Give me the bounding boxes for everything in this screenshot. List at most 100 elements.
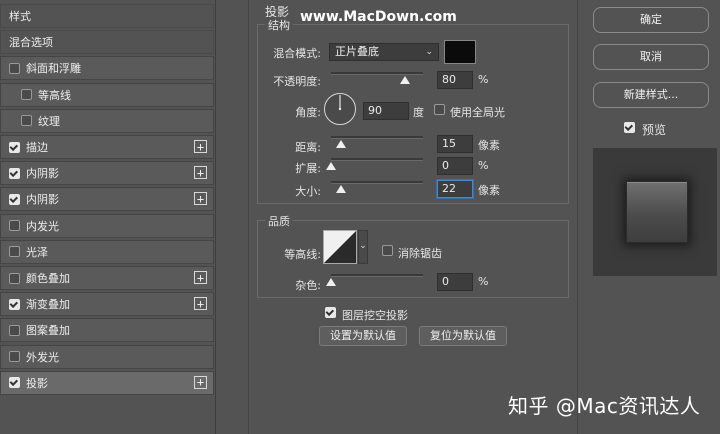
style-checkbox[interactable] <box>9 377 20 389</box>
shadow-color-swatch[interactable] <box>444 40 476 64</box>
style-item-label: 混合选项 <box>9 36 53 50</box>
style-item-label: 内阴影 <box>26 193 59 207</box>
style-list-item[interactable]: 渐变叠加 + <box>0 292 214 317</box>
style-list-item[interactable]: 等高线 <box>0 82 214 107</box>
style-checkbox[interactable] <box>9 246 20 258</box>
blend-mode-select[interactable]: 正片叠底 ⌄ <box>329 43 439 61</box>
add-effect-icon[interactable]: + <box>194 297 207 311</box>
size-unit: 像素 <box>478 184 500 197</box>
style-list-item[interactable]: 纹理 <box>0 108 214 133</box>
style-checkbox[interactable] <box>9 272 20 284</box>
add-effect-icon[interactable]: + <box>194 192 207 206</box>
style-list-item[interactable]: 描边 + <box>0 135 214 159</box>
style-item-label: 投影 <box>26 376 48 390</box>
new-style-button[interactable]: 新建样式... <box>593 82 709 108</box>
global-light-checkbox[interactable] <box>434 104 445 115</box>
style-item-label: 样式 <box>9 10 31 23</box>
style-checkbox[interactable] <box>9 351 20 363</box>
angle-input[interactable]: 90 <box>363 102 409 120</box>
size-label: 大小: <box>295 185 321 198</box>
size-input[interactable]: 22 <box>437 180 473 198</box>
contour-label: 等高线: <box>284 248 321 261</box>
style-item-label: 纹理 <box>38 114 60 128</box>
contour-picker[interactable] <box>323 230 357 264</box>
style-checkbox[interactable] <box>21 89 32 101</box>
opacity-input[interactable]: 80 <box>437 71 473 89</box>
style-list-item[interactable]: 投影 + <box>0 370 214 395</box>
contour-dropdown[interactable]: ⌄ <box>358 230 368 264</box>
style-item-label: 等高线 <box>38 88 71 102</box>
style-item-label: 内阴影 <box>26 167 59 181</box>
style-list-item[interactable]: 内阴影 + <box>0 187 214 212</box>
opacity-unit: % <box>478 73 489 86</box>
chevron-down-icon: ⌄ <box>359 241 367 251</box>
blend-mode-label: 混合模式: <box>273 47 321 60</box>
add-effect-icon[interactable]: + <box>194 166 207 180</box>
style-item-label: 内发光 <box>26 219 59 233</box>
add-effect-icon[interactable]: + <box>194 140 207 153</box>
style-list-item[interactable]: 图案叠加 <box>0 318 214 343</box>
quality-title: 品质 <box>265 213 293 229</box>
style-item-label: 描边 <box>26 141 48 154</box>
contour-linear-icon <box>324 231 356 263</box>
global-light-label: 使用全局光 <box>450 106 505 119</box>
distance-slider-thumb[interactable] <box>336 140 346 148</box>
style-list-item[interactable]: 样式 <box>0 4 214 28</box>
style-list-item[interactable]: 颜色叠加 + <box>0 266 214 290</box>
opacity-label: 不透明度: <box>273 75 321 88</box>
style-list-item[interactable]: 混合选项 <box>0 30 214 55</box>
size-slider-track[interactable] <box>331 181 423 184</box>
distance-label: 距离: <box>295 141 321 154</box>
reset-default-button[interactable]: 复位为默认值 <box>419 326 507 346</box>
knockout-checkbox[interactable] <box>325 307 336 318</box>
style-item-label: 外发光 <box>26 350 59 364</box>
angle-label: 角度: <box>295 106 321 119</box>
style-item-label: 渐变叠加 <box>26 298 70 312</box>
style-checkbox[interactable] <box>9 298 20 310</box>
noise-slider-thumb[interactable] <box>326 278 336 286</box>
cancel-button[interactable]: 取消 <box>593 44 709 70</box>
style-list-item[interactable]: 内阴影 + <box>0 161 214 186</box>
style-checkbox[interactable] <box>21 115 32 127</box>
noise-input[interactable]: 0 <box>437 273 473 291</box>
blend-mode-value: 正片叠底 <box>335 45 379 58</box>
noise-label: 杂色: <box>295 279 321 292</box>
opacity-slider-thumb[interactable] <box>399 76 410 84</box>
style-checkbox[interactable] <box>9 141 20 153</box>
size-slider-thumb[interactable] <box>336 185 346 193</box>
add-effect-icon[interactable]: + <box>194 271 207 284</box>
drop-shadow-panel: 投影 结构 混合模式: 正片叠底 ⌄ 不透明度: 80 % 角度: 90 度 使… <box>248 0 578 434</box>
style-item-label: 图案叠加 <box>26 324 70 338</box>
distance-unit: 像素 <box>478 139 500 152</box>
spread-input[interactable]: 0 <box>437 157 473 175</box>
distance-input[interactable]: 15 <box>437 135 473 153</box>
style-checkbox[interactable] <box>9 167 20 179</box>
structure-title: 结构 <box>265 17 293 33</box>
opacity-slider-track[interactable] <box>331 72 423 75</box>
style-item-label: 颜色叠加 <box>26 272 70 285</box>
author-watermark: 知乎 @Mac资讯达人 <box>508 394 701 418</box>
style-checkbox[interactable] <box>9 324 20 336</box>
style-list-item[interactable]: 斜面和浮雕 <box>0 56 214 81</box>
spread-slider-track[interactable] <box>331 158 423 161</box>
anti-alias-checkbox[interactable] <box>382 245 393 256</box>
preview-checkbox[interactable] <box>624 122 635 133</box>
style-list-item[interactable]: 内发光 <box>0 213 214 238</box>
preview-label: 预览 <box>642 123 667 137</box>
add-effect-icon[interactable]: + <box>194 375 207 389</box>
ok-button[interactable]: 确定 <box>593 7 709 33</box>
noise-slider-track[interactable] <box>331 274 423 277</box>
distance-slider-track[interactable] <box>331 136 423 139</box>
style-checkbox[interactable] <box>9 193 20 205</box>
style-list-item[interactable]: 外发光 <box>0 344 214 369</box>
spread-slider-thumb[interactable] <box>326 162 336 170</box>
spread-unit: % <box>478 159 489 172</box>
angle-dial[interactable] <box>323 92 357 126</box>
preview-thumbnail <box>626 181 688 243</box>
set-default-button[interactable]: 设置为默认值 <box>319 326 407 346</box>
anti-alias-label: 消除锯齿 <box>398 247 442 260</box>
style-checkbox[interactable] <box>9 220 20 232</box>
site-watermark: www.MacDown.com <box>300 9 457 25</box>
style-list-item[interactable]: 光泽 <box>0 239 214 264</box>
style-checkbox[interactable] <box>9 62 20 74</box>
